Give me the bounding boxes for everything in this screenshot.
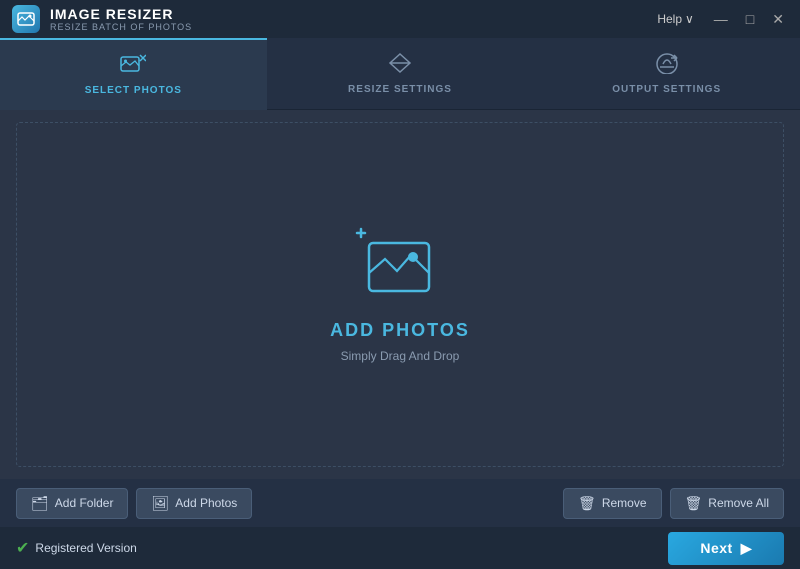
tab-output-settings[interactable]: OUTPUT SETTINGS [533, 38, 800, 109]
footer: ✔ Registered Version Next ▶ [0, 527, 800, 569]
drop-area-inner: ADD PHOTOS Simply Drag And Drop [330, 227, 470, 363]
registered-label: Registered Version [35, 541, 136, 555]
bottom-toolbar: 🗂 Add Folder 🖼 Add Photos 🗑 Remove 🗑 Rem… [0, 479, 800, 527]
next-label: Next [700, 540, 732, 556]
close-button[interactable]: ✕ [768, 9, 788, 30]
remove-button[interactable]: 🗑 Remove [563, 488, 661, 519]
select-photos-icon [120, 53, 146, 79]
add-folder-button[interactable]: 🗂 Add Folder [16, 488, 128, 519]
tab-resize-settings-label: RESIZE SETTINGS [348, 84, 452, 95]
maximize-button[interactable]: □ [742, 9, 758, 29]
next-arrow-icon: ▶ [741, 540, 752, 557]
title-bar-left: IMAGE RESIZER RESIZE BATCH OF PHOTOS [12, 5, 192, 33]
drop-area[interactable]: ADD PHOTOS Simply Drag And Drop [16, 122, 784, 467]
help-label: Help [657, 12, 682, 26]
help-chevron-icon: ∨ [685, 12, 694, 26]
tab-select-photos[interactable]: SELECT PHOTOS [0, 38, 267, 109]
remove-all-icon: 🗑 [685, 495, 703, 512]
resize-settings-icon [388, 52, 412, 78]
title-bar-right: Help ∨ — □ ✕ [657, 9, 788, 30]
app-subtitle: RESIZE BATCH OF PHOTOS [50, 22, 192, 32]
minimize-button[interactable]: — [710, 9, 732, 29]
remove-all-label: Remove All [708, 496, 769, 510]
output-settings-icon [655, 52, 679, 78]
toolbar-left: 🗂 Add Folder 🖼 Add Photos [16, 488, 252, 519]
app-title-block: IMAGE RESIZER RESIZE BATCH OF PHOTOS [50, 6, 192, 32]
add-photos-btn-label: Add Photos [175, 496, 237, 510]
toolbar-right: 🗑 Remove 🗑 Remove All [563, 488, 784, 519]
remove-all-button[interactable]: 🗑 Remove All [670, 488, 784, 519]
add-photos-button[interactable]: 🖼 Add Photos [136, 488, 252, 519]
tab-output-settings-label: OUTPUT SETTINGS [612, 84, 721, 95]
help-button[interactable]: Help ∨ [657, 12, 693, 26]
window-controls: — □ ✕ [710, 9, 788, 30]
next-button[interactable]: Next ▶ [668, 532, 784, 565]
tab-resize-settings[interactable]: RESIZE SETTINGS [267, 38, 534, 109]
tabs-bar: SELECT PHOTOS RESIZE SETTINGS OUTPUT SET… [0, 38, 800, 110]
registered-icon: ✔ [16, 538, 29, 558]
add-folder-label: Add Folder [55, 496, 114, 510]
add-photos-icon [355, 227, 445, 312]
folder-icon: 🗂 [31, 495, 49, 512]
remove-icon: 🗑 [578, 495, 596, 512]
app-icon [12, 5, 40, 33]
app-title: IMAGE RESIZER [50, 6, 192, 22]
registration-status: ✔ Registered Version [16, 538, 137, 558]
remove-label: Remove [602, 496, 647, 510]
photos-icon: 🖼 [151, 495, 169, 512]
add-photos-subtitle: Simply Drag And Drop [341, 349, 460, 363]
add-photos-label: ADD PHOTOS [330, 320, 470, 341]
title-bar: IMAGE RESIZER RESIZE BATCH OF PHOTOS Hel… [0, 0, 800, 38]
tab-select-photos-label: SELECT PHOTOS [85, 85, 182, 96]
